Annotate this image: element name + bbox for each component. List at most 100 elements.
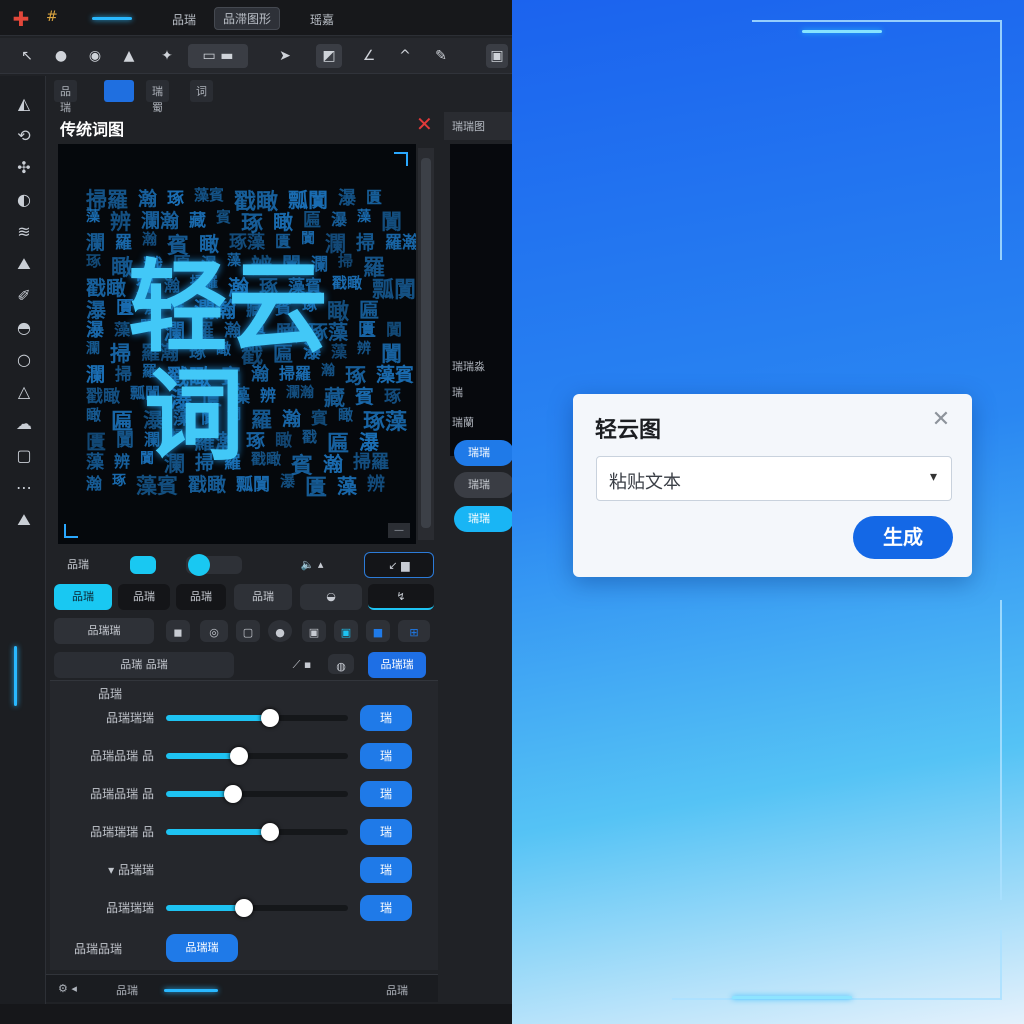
image-tool-icon[interactable]: ▣	[486, 44, 508, 68]
slider-track[interactable]	[166, 709, 348, 727]
mode-button-6[interactable]: ↯	[368, 584, 434, 610]
format-tile-icon[interactable]: ▣	[302, 620, 326, 642]
bottom-action-button[interactable]: 品瑞瑞	[166, 934, 238, 962]
slider-knob[interactable]	[260, 823, 279, 841]
move-icon[interactable]: ✣	[12, 156, 36, 180]
style-dropdown[interactable]: 品瑞 品瑞	[54, 652, 234, 678]
slider-value-button[interactable]: 瑞	[360, 895, 412, 921]
grid-icon[interactable]: #	[46, 9, 58, 25]
shape-tool-icon[interactable]: ✦	[154, 44, 180, 68]
slider-knob[interactable]	[229, 747, 248, 765]
cloud-icon[interactable]: ☁	[12, 412, 36, 436]
wordcloud-canvas[interactable]: 掃羅瀚琢藻賓 戳瞰 瓢闐瀑匱藻辨瀾瀚藏賓琢瞰匾瀑藻闐瀾羅瀚賓瞰琢藻匱闐瀾掃羅瀚琢瞰戳…	[58, 144, 416, 544]
slider-track[interactable]	[166, 823, 348, 841]
wave-icon[interactable]: ≋	[12, 220, 36, 244]
tab-2-active[interactable]	[104, 80, 134, 102]
format-dot-icon[interactable]: ●	[268, 620, 292, 642]
preview-button-2[interactable]: 瑞瑞	[454, 472, 512, 498]
format-grid-icon[interactable]: ⊞	[398, 620, 430, 642]
preview-button-1[interactable]: 瑞瑞	[454, 440, 512, 466]
rotate-icon[interactable]: ⟲	[12, 124, 36, 148]
mode-button-3[interactable]: 品瑞	[176, 584, 226, 610]
slider-fill	[166, 905, 245, 911]
rect-tool-group[interactable]: ▭ ▬	[188, 44, 248, 68]
style-arrow-icon[interactable]: ⟋ ▪	[282, 652, 322, 678]
format-rounded-icon[interactable]: ▢	[236, 620, 260, 642]
triangle-tool-icon[interactable]: ▲	[116, 44, 142, 68]
tab-4[interactable]: 词	[190, 80, 213, 102]
frame-glow-bottom	[732, 996, 852, 999]
slider-value-button[interactable]: 瑞	[360, 705, 412, 731]
wordcloud-word: 闐	[301, 231, 315, 247]
control-toggle-group[interactable]: ↙ ▆	[364, 552, 434, 578]
warning-icon[interactable]: △	[12, 380, 36, 404]
arrow-tool-icon[interactable]: ➤	[272, 44, 298, 68]
toggle-switch[interactable]	[186, 554, 242, 576]
wordcloud-word: 掃	[338, 252, 354, 270]
wordcloud-word: 瀾	[86, 341, 100, 357]
dots-icon[interactable]: ⋯	[12, 476, 36, 500]
slider-knob[interactable]	[235, 899, 254, 917]
pen-tool-icon[interactable]: ✎	[428, 44, 454, 68]
menu-item-2[interactable]: 品滞图形	[214, 7, 281, 30]
caret-tool-icon[interactable]: ^	[392, 44, 418, 68]
status-icon: ⚙ ◂	[58, 982, 77, 995]
wordcloud-word: 瀚	[142, 230, 158, 248]
format-blue-icon[interactable]: ▣	[334, 620, 358, 642]
ring-icon[interactable]: ○	[12, 348, 36, 372]
slider-value-button[interactable]: 瑞	[360, 819, 412, 845]
pointer-icon[interactable]: ↖	[14, 44, 40, 68]
style-apply-button[interactable]: 品瑞瑞	[368, 652, 426, 678]
slider-track[interactable]	[166, 785, 348, 803]
slider-value-button[interactable]: 瑞	[360, 857, 412, 883]
magnet-icon[interactable]: ◓	[12, 316, 36, 340]
slider-track[interactable]	[166, 899, 348, 917]
slider-value-button[interactable]: 瑞	[360, 781, 412, 807]
mode-button-1[interactable]: 品瑞	[54, 584, 112, 610]
layer-tool-icon[interactable]: ◩	[316, 44, 342, 68]
slider-label: ▾ 品瑞瑞	[108, 863, 154, 877]
tab-1[interactable]: 品瑞	[54, 80, 77, 114]
menu-item-3[interactable]: 瑶嘉	[302, 9, 342, 30]
scrollbar-thumb[interactable]	[421, 158, 431, 528]
format-filled-icon[interactable]: ■	[366, 620, 390, 642]
panel-close-icon[interactable]: ✕	[416, 112, 433, 136]
dialog-close-icon[interactable]: ✕	[929, 408, 953, 432]
blob-tool-icon[interactable]: ◉	[82, 44, 108, 68]
mode-button-5[interactable]: ◒	[300, 584, 362, 610]
status-item-2: 品瑞	[386, 984, 408, 997]
generate-button[interactable]: 生成	[853, 516, 953, 559]
slider-value-button[interactable]: 瑞	[360, 743, 412, 769]
slider-track[interactable]	[166, 747, 348, 765]
slider-knob[interactable]	[224, 785, 243, 803]
angle-tool-icon[interactable]: ∠	[356, 44, 382, 68]
shape-icon[interactable]: ◭	[12, 92, 36, 116]
tool-bar: ↖ ● ◉ ▲ ✦ ▭ ▬ ➤ ◩ ∠ ^ ✎ ▣	[0, 38, 512, 74]
brush-icon[interactable]: ✐	[12, 284, 36, 308]
status-glow-line	[164, 989, 218, 992]
circle-tool-icon[interactable]: ●	[48, 44, 74, 68]
canvas-scrollbar[interactable]	[418, 148, 434, 540]
color-swatch[interactable]	[130, 556, 156, 574]
tab-3[interactable]: 瑞蜀	[146, 80, 169, 114]
preview-button-3[interactable]: 瑞瑞	[454, 506, 512, 532]
menu-item-1[interactable]: 品瑞	[164, 9, 204, 30]
slider-knob[interactable]	[260, 709, 279, 727]
text-source-select[interactable]: 粘贴文本 ▾	[596, 456, 952, 501]
blur-icon[interactable]: ◐	[12, 188, 36, 212]
slider-panel: 品瑞 品瑞瑞瑞瑞品瑞品瑞 品瑞品瑞品瑞 品瑞品瑞瑞瑞 品瑞 ▾ 品瑞瑞瑞品瑞瑞瑞瑞	[50, 680, 438, 970]
wordcloud-word: 瀑	[280, 472, 296, 490]
tech-frame-right-upper	[982, 100, 1002, 260]
left-tool-sidebar: ◭ ⟲ ✣ ◐ ≋ ⛰ ✐ ◓ ○ △ ☁ ▢ ⋯ ⛰	[0, 76, 46, 1024]
landscape-icon[interactable]: ⛰	[12, 508, 36, 532]
page-icon[interactable]: ▢	[12, 444, 36, 468]
wordcloud-word: 瞰	[86, 406, 102, 424]
app-logo-icon[interactable]: ✚	[10, 8, 32, 30]
mountain-icon[interactable]: ⛰	[12, 252, 36, 276]
format-square-icon[interactable]: ◼	[166, 620, 190, 642]
mode-button-2[interactable]: 品瑞	[118, 584, 170, 610]
style-swatch-icon[interactable]: ◍	[328, 654, 354, 674]
format-circle-icon[interactable]: ◎	[200, 620, 228, 642]
mode-button-4[interactable]: 品瑞	[234, 584, 292, 610]
speaker-icons[interactable]: 🔈 ▴	[282, 552, 342, 578]
